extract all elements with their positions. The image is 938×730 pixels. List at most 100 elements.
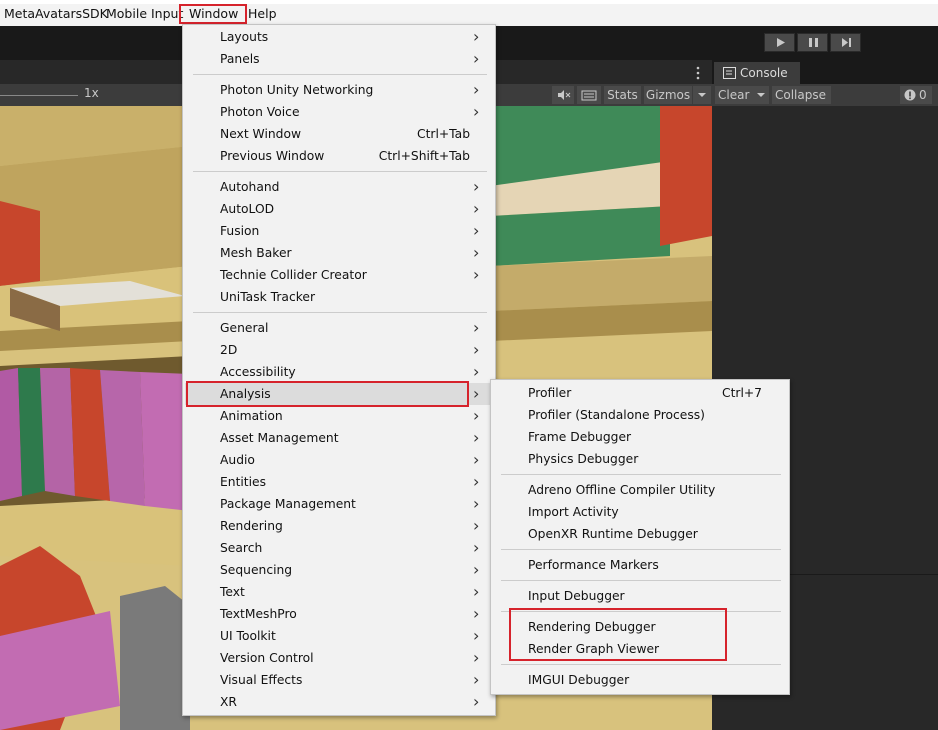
chevron-right-icon: › [473, 670, 480, 689]
chevron-right-icon: › [473, 362, 480, 381]
chevron-down-icon [698, 93, 706, 97]
stats-button[interactable]: Stats [604, 86, 641, 104]
menu-item-photon-unity-networking[interactable]: Photon Unity Networking › [183, 79, 493, 101]
mute-audio-button[interactable] [552, 86, 574, 104]
menu-item-animation[interactable]: Animation › [183, 405, 493, 427]
menu-item-imgui-debugger[interactable]: IMGUI Debugger [491, 669, 787, 691]
menu-item-audio[interactable]: Audio › [183, 449, 493, 471]
console-tab-label: Console [740, 66, 788, 80]
menu-item-autohand[interactable]: Autohand › [183, 176, 493, 198]
menu-item-input-debugger[interactable]: Input Debugger [491, 585, 787, 607]
more-vert-icon[interactable] [694, 66, 702, 80]
menu-item-frame-debugger[interactable]: Frame Debugger [491, 426, 787, 448]
gizmos-dropdown[interactable] [693, 86, 711, 104]
menu-item-adreno-offline-compiler-utility[interactable]: Adreno Offline Compiler Utility [491, 479, 787, 501]
menu-separator [193, 312, 487, 313]
menu-help[interactable]: Help [248, 5, 277, 23]
menu-item-search[interactable]: Search › [183, 537, 493, 559]
menu-separator [501, 664, 781, 665]
menu-item-text[interactable]: Text › [183, 581, 493, 603]
menu-item-accessibility[interactable]: Accessibility › [183, 361, 493, 383]
menu-item-label: Animation [220, 409, 283, 423]
keyboard-button[interactable] [577, 86, 601, 104]
chevron-right-icon: › [473, 102, 480, 121]
menu-item-next-window[interactable]: Next Window Ctrl+Tab [183, 123, 493, 145]
menu-item-label: Fusion [220, 224, 260, 238]
menu-item-layouts[interactable]: Layouts › [183, 26, 493, 48]
menu-item-label: Rendering [220, 519, 283, 533]
step-icon [842, 38, 851, 47]
menu-item-ui-toolkit[interactable]: UI Toolkit › [183, 625, 493, 647]
pause-button[interactable] [797, 33, 828, 52]
menu-item-visual-effects[interactable]: Visual Effects › [183, 669, 493, 691]
menu-item-import-activity[interactable]: Import Activity [491, 501, 787, 523]
menu-item-label: Technie Collider Creator [220, 268, 367, 282]
chevron-right-icon: › [473, 27, 480, 46]
gizmos-button[interactable]: Gizmos [644, 86, 692, 104]
menu-item-shortcut: Ctrl+Tab [417, 127, 470, 141]
play-button[interactable] [764, 33, 795, 52]
clear-dropdown[interactable] [754, 86, 769, 104]
menu-item-previous-window[interactable]: Previous Window Ctrl+Shift+Tab [183, 145, 493, 167]
zoom-slider[interactable] [0, 95, 78, 96]
window-menu-highlight [179, 4, 247, 24]
chevron-right-icon: › [473, 648, 480, 667]
menu-item-profiler[interactable]: Profiler Ctrl+7 [491, 382, 787, 404]
menu-item-rendering[interactable]: Rendering › [183, 515, 493, 537]
menu-item-label: Performance Markers [528, 558, 659, 572]
menu-item-label: Profiler [528, 386, 572, 400]
menu-item-fusion[interactable]: Fusion › [183, 220, 493, 242]
menu-item-label: Mesh Baker [220, 246, 292, 260]
console-icon [723, 67, 736, 79]
menu-item-entities[interactable]: Entities › [183, 471, 493, 493]
step-button[interactable] [830, 33, 861, 52]
clear-button[interactable]: Clear [715, 86, 756, 104]
menu-separator [193, 74, 487, 75]
menu-item-technie-collider-creator[interactable]: Technie Collider Creator › [183, 264, 493, 286]
error-count-toggle[interactable]: 0 [900, 86, 932, 104]
menu-item-analysis[interactable]: Analysis › [183, 383, 493, 405]
menu-item-label: Asset Management [220, 431, 339, 445]
menu-item-label: UniTask Tracker [220, 290, 316, 304]
menu-item-label: OpenXR Runtime Debugger [528, 527, 698, 541]
menu-item-profiler-standalone-process[interactable]: Profiler (Standalone Process) [491, 404, 787, 426]
menu-mobile-input[interactable]: Mobile Input [106, 5, 183, 23]
menu-item-physics-debugger[interactable]: Physics Debugger [491, 448, 787, 470]
menu-item-label: Layouts [220, 30, 269, 44]
menu-item-shortcut: Ctrl+Shift+Tab [378, 149, 470, 163]
menu-item-openxr-runtime-debugger[interactable]: OpenXR Runtime Debugger [491, 523, 787, 545]
analysis-submenu: Profiler Ctrl+7 Profiler (Standalone Proce… [490, 379, 790, 695]
chevron-right-icon: › [473, 516, 480, 535]
menu-item-panels[interactable]: Panels › [183, 48, 493, 70]
chevron-right-icon: › [473, 221, 480, 240]
menu-item-textmeshpro[interactable]: TextMeshPro › [183, 603, 493, 625]
collapse-button[interactable]: Collapse [772, 86, 831, 104]
window-menu: Layouts › Panels › Photon Unity Networking › P… [182, 24, 496, 716]
menu-item-photon-voice[interactable]: Photon Voice › [183, 101, 493, 123]
menu-item-label: UI Toolkit [220, 629, 276, 643]
mute-icon [558, 90, 571, 100]
menu-separator [501, 549, 781, 550]
menu-item-asset-management[interactable]: Asset Management › [183, 427, 493, 449]
chevron-right-icon: › [473, 406, 480, 425]
menu-item-label: Accessibility [220, 365, 296, 379]
chevron-right-icon: › [473, 80, 480, 99]
menu-item-general[interactable]: General › [183, 317, 493, 339]
menu-item-label: Sequencing [220, 563, 293, 577]
menu-item-sequencing[interactable]: Sequencing › [183, 559, 493, 581]
menu-item-autolod[interactable]: AutoLOD › [183, 198, 493, 220]
menu-item-unitask-tracker[interactable]: UniTask Tracker [183, 286, 493, 308]
menu-item-mesh-baker[interactable]: Mesh Baker › [183, 242, 493, 264]
menu-item-2d[interactable]: 2D › [183, 339, 493, 361]
menu-item-label: General [220, 321, 269, 335]
menu-item-performance-markers[interactable]: Performance Markers [491, 554, 787, 576]
chevron-right-icon: › [473, 340, 480, 359]
chevron-right-icon: › [473, 265, 480, 284]
menu-item-label: Adreno Offline Compiler Utility [528, 483, 716, 497]
error-count: 0 [919, 88, 927, 102]
menu-metaavatarssdk[interactable]: MetaAvatarsSDK [4, 5, 108, 23]
menu-item-package-management[interactable]: Package Management › [183, 493, 493, 515]
tab-console[interactable]: Console [714, 62, 800, 84]
menu-item-version-control[interactable]: Version Control › [183, 647, 493, 669]
menu-item-xr[interactable]: XR › [183, 691, 493, 713]
